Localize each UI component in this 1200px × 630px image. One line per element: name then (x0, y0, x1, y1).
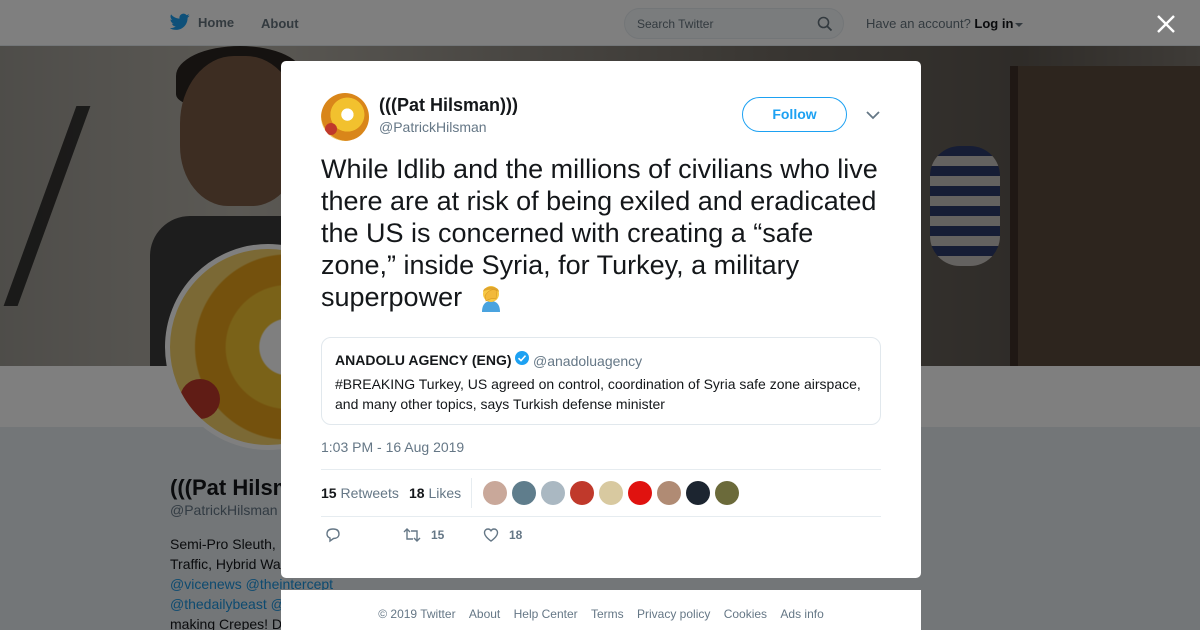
liker-avatar[interactable] (657, 481, 681, 505)
retweet-button[interactable]: 15 (403, 527, 444, 543)
retweet-count: 15 (431, 528, 445, 542)
retweets-count: 15 (321, 485, 337, 501)
tweet-text-body: While Idlib and the millions of civilian… (321, 154, 878, 312)
footer-link-cookies[interactable]: Cookies (724, 607, 767, 621)
stats-divider (471, 478, 472, 508)
liker-avatar[interactable] (686, 481, 710, 505)
liker-avatars (483, 481, 739, 505)
tweet-actions: 15 18 (321, 527, 881, 551)
likes-count: 18 (409, 485, 425, 501)
footer-link-about[interactable]: About (469, 607, 500, 621)
like-count: 18 (509, 528, 523, 542)
quoted-tweet-text: #BREAKING Turkey, US agreed on control, … (335, 376, 861, 412)
footer-link-help-center[interactable]: Help Center (514, 607, 578, 621)
reply-button[interactable] (325, 527, 351, 543)
tweet-text: While Idlib and the millions of civilian… (321, 153, 886, 313)
quoted-author-handle: @anadoluagency (533, 353, 643, 369)
liker-avatar[interactable] (715, 481, 739, 505)
chevron-down-icon[interactable] (865, 109, 881, 121)
footer-link-privacy[interactable]: Privacy policy (637, 607, 710, 621)
retweets-stat[interactable]: 15 Retweets (321, 485, 399, 501)
footer-link-terms[interactable]: Terms (591, 607, 624, 621)
likes-label: Likes (428, 485, 462, 501)
quoted-author-name: ANADOLU AGENCY (ENG) (335, 352, 512, 368)
author-handle[interactable]: @PatrickHilsman (379, 119, 487, 135)
likes-stat[interactable]: 18 Likes (409, 485, 461, 501)
follow-button[interactable]: Follow (742, 97, 847, 132)
facepalm-emoji-icon (481, 286, 500, 312)
close-icon[interactable] (1153, 11, 1179, 37)
verified-badge-icon (515, 351, 529, 365)
footer-link-ads-info[interactable]: Ads info (780, 607, 823, 621)
reply-icon (326, 528, 340, 543)
liker-avatar[interactable] (512, 481, 536, 505)
author-avatar[interactable] (321, 93, 369, 141)
footer-copyright: © 2019 Twitter (378, 607, 456, 621)
liker-avatar[interactable] (628, 481, 652, 505)
author-name[interactable]: (((Pat Hilsman))) (379, 95, 518, 116)
liker-avatar[interactable] (541, 481, 565, 505)
retweets-label: Retweets (340, 485, 399, 501)
like-button[interactable]: 18 (483, 527, 522, 543)
tweet-timestamp[interactable]: 1:03 PM - 16 Aug 2019 (321, 439, 464, 455)
liker-avatar[interactable] (599, 481, 623, 505)
tweet-stats: 15 Retweets 18 Likes (321, 469, 881, 517)
tweet-modal: (((Pat Hilsman))) @PatrickHilsman Follow… (281, 61, 921, 578)
quoted-tweet[interactable]: ANADOLU AGENCY (ENG) @anadoluagency #BRE… (321, 337, 881, 425)
retweet-icon (403, 528, 421, 542)
footer: © 2019 Twitter About Help Center Terms P… (281, 590, 921, 630)
liker-avatar[interactable] (570, 481, 594, 505)
heart-icon (483, 528, 499, 542)
liker-avatar[interactable] (483, 481, 507, 505)
footer-links: © 2019 Twitter About Help Center Terms P… (281, 607, 921, 621)
